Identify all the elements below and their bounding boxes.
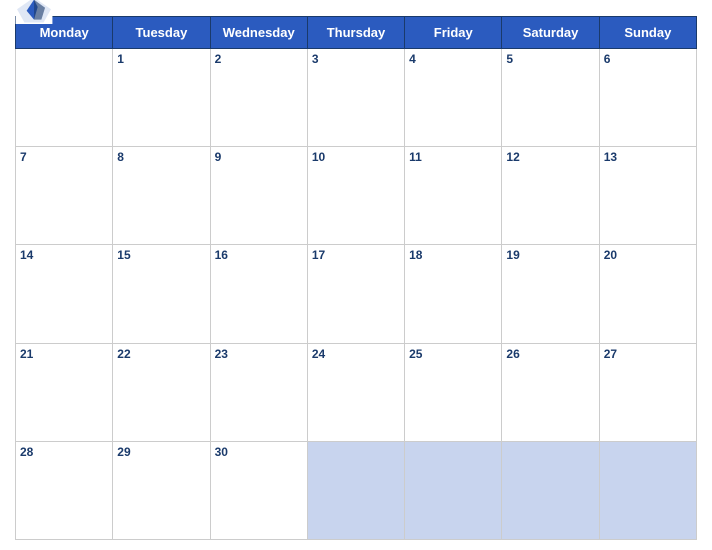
calendar-cell <box>307 441 404 539</box>
calendar-cell: 15 <box>113 245 210 343</box>
week-row-3: 14 15 16 17 18 19 20 <box>16 245 697 343</box>
day-number: 10 <box>312 150 325 164</box>
calendar-cell: 3 <box>307 49 404 147</box>
day-number: 24 <box>312 347 325 361</box>
day-header-friday: Friday <box>405 17 502 49</box>
week-row-4: 21 22 23 24 25 26 27 <box>16 343 697 441</box>
week-row-5: 28 29 30 <box>16 441 697 539</box>
calendar-cell <box>599 441 696 539</box>
calendar-cell: 22 <box>113 343 210 441</box>
day-number: 2 <box>215 52 222 66</box>
day-number: 4 <box>409 52 416 66</box>
day-number: 29 <box>117 445 130 459</box>
day-number: 30 <box>215 445 228 459</box>
day-number: 8 <box>117 150 124 164</box>
calendar-cell: 18 <box>405 245 502 343</box>
calendar-cell <box>502 441 599 539</box>
day-number: 11 <box>409 150 422 164</box>
day-number: 5 <box>506 52 513 66</box>
day-header-saturday: Saturday <box>502 17 599 49</box>
day-header-wednesday: Wednesday <box>210 17 307 49</box>
day-number: 25 <box>409 347 422 361</box>
calendar-cell: 4 <box>405 49 502 147</box>
day-header-tuesday: Tuesday <box>113 17 210 49</box>
calendar-cell: 11 <box>405 147 502 245</box>
calendar-cell: 29 <box>113 441 210 539</box>
day-number: 12 <box>506 150 519 164</box>
day-number: 22 <box>117 347 130 361</box>
day-number: 3 <box>312 52 319 66</box>
calendar-cell: 14 <box>16 245 113 343</box>
day-number: 27 <box>604 347 617 361</box>
day-number: 15 <box>117 248 130 262</box>
day-header-thursday: Thursday <box>307 17 404 49</box>
day-number: 13 <box>604 150 617 164</box>
days-of-week-row: MondayTuesdayWednesdayThursdayFridaySatu… <box>16 17 697 49</box>
day-number: 14 <box>20 248 33 262</box>
calendar-cell: 23 <box>210 343 307 441</box>
calendar-cell: 28 <box>16 441 113 539</box>
calendar-cell: 8 <box>113 147 210 245</box>
day-number: 28 <box>20 445 33 459</box>
calendar-cell: 16 <box>210 245 307 343</box>
day-header-sunday: Sunday <box>599 17 696 49</box>
logo <box>15 0 53 25</box>
calendar-table: MondayTuesdayWednesdayThursdayFridaySatu… <box>15 16 697 540</box>
day-number: 18 <box>409 248 422 262</box>
calendar-cell: 25 <box>405 343 502 441</box>
day-number: 9 <box>215 150 222 164</box>
calendar-cell: 6 <box>599 49 696 147</box>
calendar-cell: 24 <box>307 343 404 441</box>
calendar-cell: 5 <box>502 49 599 147</box>
day-number: 17 <box>312 248 325 262</box>
calendar-cell: 20 <box>599 245 696 343</box>
week-row-2: 7 8 9 10 11 12 13 <box>16 147 697 245</box>
day-number: 1 <box>117 52 124 66</box>
day-number: 6 <box>604 52 611 66</box>
calendar-cell <box>16 49 113 147</box>
calendar-cell: 19 <box>502 245 599 343</box>
day-number: 7 <box>20 150 27 164</box>
calendar-cell: 10 <box>307 147 404 245</box>
day-number: 16 <box>215 248 228 262</box>
calendar-cell: 30 <box>210 441 307 539</box>
calendar-cell: 1 <box>113 49 210 147</box>
calendar-cell <box>405 441 502 539</box>
day-number: 23 <box>215 347 228 361</box>
calendar-cell: 26 <box>502 343 599 441</box>
week-row-1: 1 2 3 4 5 6 <box>16 49 697 147</box>
calendar-cell: 13 <box>599 147 696 245</box>
day-number: 21 <box>20 347 33 361</box>
calendar-cell: 21 <box>16 343 113 441</box>
calendar-cell: 17 <box>307 245 404 343</box>
calendar-cell: 7 <box>16 147 113 245</box>
day-number: 19 <box>506 248 519 262</box>
day-number: 26 <box>506 347 519 361</box>
calendar-cell: 2 <box>210 49 307 147</box>
calendar-cell: 9 <box>210 147 307 245</box>
calendar-cell: 27 <box>599 343 696 441</box>
calendar-cell: 12 <box>502 147 599 245</box>
day-number: 20 <box>604 248 617 262</box>
